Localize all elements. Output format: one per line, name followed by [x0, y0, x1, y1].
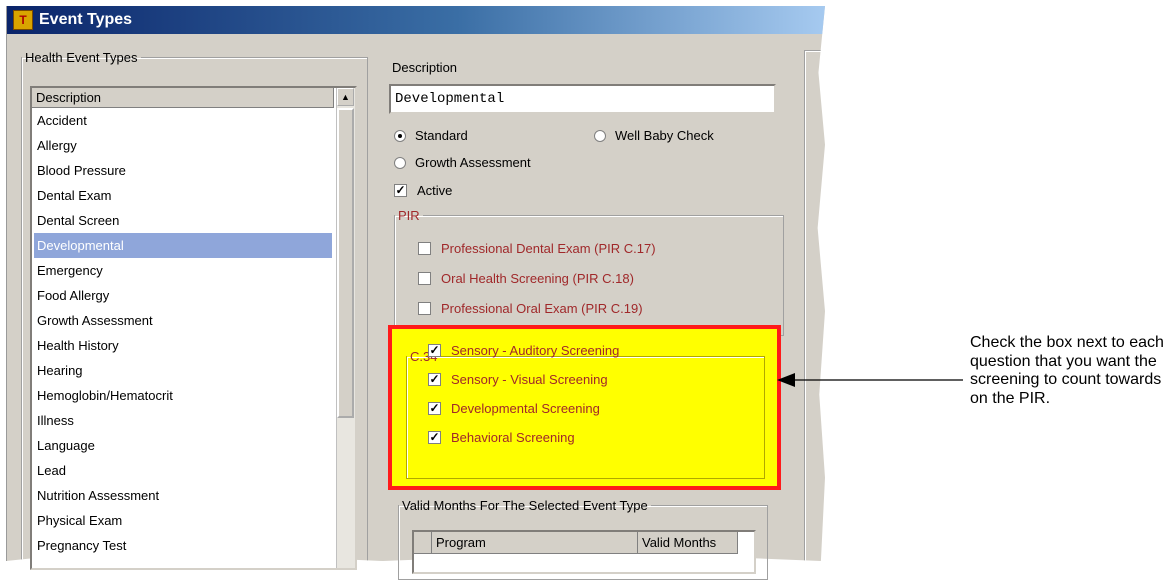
list-item[interactable]: Emergency [34, 258, 332, 283]
c34-developmental-checkbox[interactable]: ✓ Developmental Screening [428, 401, 600, 416]
pir-c17-checkbox[interactable]: Professional Dental Exam (PIR C.17) [418, 241, 656, 256]
growth-assessment-radio[interactable]: Growth Assessment [394, 155, 531, 170]
list-item[interactable]: Language [34, 433, 332, 458]
scroll-thumb[interactable] [337, 108, 354, 418]
list-header-description[interactable]: Description [32, 88, 334, 108]
pir-label: PIR [398, 208, 420, 223]
row-selector-header [414, 532, 432, 554]
list-item[interactable]: Blood Pressure [34, 158, 332, 183]
c34-behavioral-checkbox[interactable]: ✓ Behavioral Screening [428, 430, 575, 445]
list-scrollbar[interactable]: ▲ [336, 88, 355, 568]
checkbox-icon [418, 272, 431, 285]
list-item[interactable]: Illness [34, 408, 332, 433]
checkbox-icon [418, 302, 431, 315]
list-item[interactable]: Dental Exam [34, 183, 332, 208]
list-item[interactable]: Physical Exam [34, 508, 332, 533]
list-item[interactable]: Accident [34, 108, 332, 133]
app-icon: T [13, 10, 33, 30]
scroll-up-icon[interactable]: ▲ [337, 88, 354, 106]
valid-months-table[interactable]: Program Valid Months [412, 530, 756, 574]
health-event-types-label: Health Event Types [25, 50, 138, 65]
c34-auditory-checkbox[interactable]: ✓ Sensory - Auditory Screening [428, 343, 619, 358]
list-item[interactable]: Health History [34, 333, 332, 358]
list-item[interactable]: Dental Screen [34, 208, 332, 233]
pir-c18-checkbox[interactable]: Oral Health Screening (PIR C.18) [418, 271, 634, 286]
program-column-header[interactable]: Program [432, 532, 638, 554]
pir-c19-checkbox[interactable]: Professional Oral Exam (PIR C.19) [418, 301, 643, 316]
window-title: Event Types [39, 11, 133, 28]
well-baby-check-radio[interactable]: Well Baby Check [594, 128, 714, 143]
checkbox-icon [418, 242, 431, 255]
description-input[interactable]: Developmental [389, 84, 776, 114]
right-panel-edge [804, 50, 825, 561]
list-item[interactable]: Lead [34, 458, 332, 483]
valid-months-column-header[interactable]: Valid Months [638, 532, 738, 554]
title-bar: T Event Types [7, 6, 825, 34]
radio-selected-icon [394, 129, 406, 142]
check-icon: ✓ [428, 343, 441, 357]
check-icon: ✓ [428, 401, 441, 415]
check-icon: ✓ [428, 430, 441, 444]
valid-months-label: Valid Months For The Selected Event Type [402, 498, 648, 513]
list-item[interactable]: Hearing [34, 358, 332, 383]
list-item[interactable]: Nutrition Assessment [34, 483, 332, 508]
list-item[interactable]: Allergy [34, 133, 332, 158]
list-item[interactable]: Food Allergy [34, 283, 332, 308]
list-item[interactable]: Pregnancy Test [34, 533, 332, 558]
check-icon: ✓ [428, 372, 441, 386]
annotation-text: Check the box next to each question that… [970, 334, 1164, 407]
radio-icon [394, 156, 406, 169]
list-item[interactable]: Growth Assessment [34, 308, 332, 333]
health-event-types-list[interactable]: Description ▲ Accident Allergy Blood Pre… [30, 86, 357, 570]
standard-radio[interactable]: Standard [394, 128, 468, 143]
list-item[interactable]: Hemoglobin/Hematocrit [34, 383, 332, 408]
check-icon: ✓ [394, 183, 407, 197]
c34-visual-checkbox[interactable]: ✓ Sensory - Visual Screening [428, 372, 608, 387]
active-checkbox[interactable]: ✓ Active [394, 183, 452, 198]
annotation-arrow [777, 373, 963, 387]
description-label: Description [392, 60, 458, 75]
radio-icon [594, 129, 606, 142]
list-item-selected[interactable]: Developmental [34, 233, 332, 258]
